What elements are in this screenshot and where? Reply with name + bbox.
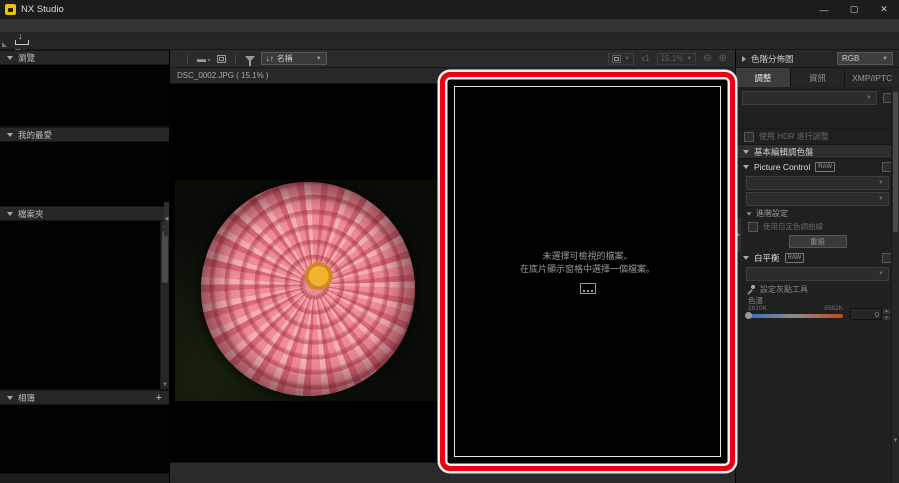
folder-tree-scrollbar[interactable]: ▲ ▼ bbox=[160, 221, 169, 389]
photo-dahlia[interactable] bbox=[175, 180, 443, 401]
scrollbar-thumb[interactable] bbox=[162, 231, 168, 283]
tools-row bbox=[736, 109, 899, 129]
panel-tabs: 調整 資訊 XMP/IPTC bbox=[736, 68, 899, 87]
zoom-controls: ▼ x1 15.1%▼ ⊖ ⊕ bbox=[608, 53, 727, 65]
close-button[interactable]: ✕ bbox=[869, 0, 899, 19]
hdr-checkbox-label: 使用 HDR 進行調整 bbox=[759, 131, 829, 142]
eyedropper-icon bbox=[746, 285, 755, 294]
app-logo-icon bbox=[5, 4, 16, 15]
title-bar: NX Studio — ▢ ✕ bbox=[0, 0, 899, 19]
tab-adjustments[interactable]: 調整 bbox=[736, 68, 790, 87]
chevron-down-icon bbox=[743, 165, 749, 169]
adjustment-preset-dropdown[interactable]: ▼ bbox=[742, 91, 877, 105]
chevron-down-icon bbox=[743, 256, 749, 260]
chevron-down-icon bbox=[746, 212, 751, 215]
basic-palette-header[interactable]: 基本編輯調色盤 bbox=[736, 144, 899, 159]
menu-bar bbox=[0, 19, 899, 33]
folders-section-header[interactable]: 檔案夾 bbox=[0, 206, 169, 221]
white-balance-header[interactable]: 白平衡 RAW bbox=[736, 250, 899, 266]
zoom-scale-label: x1 bbox=[641, 54, 649, 63]
chevron-down-icon bbox=[7, 133, 13, 137]
chevron-down-icon: ▼ bbox=[316, 56, 322, 62]
chevron-down-icon bbox=[7, 56, 13, 60]
raw-badge: RAW bbox=[815, 162, 835, 172]
custom-curve-checkbox[interactable] bbox=[748, 222, 758, 232]
window-title: NX Studio bbox=[21, 4, 64, 15]
tab-xmp-iptc[interactable]: XMP/IPTC bbox=[845, 68, 899, 87]
chevron-right-icon bbox=[742, 56, 746, 62]
chevron-down-icon bbox=[743, 150, 749, 154]
chevron-down-icon bbox=[7, 396, 13, 400]
custom-curve-label: 使用自定色調曲線 bbox=[763, 221, 823, 232]
nx-studio-window: NX Studio — ▢ ✕ 匯入 瀏覽 我的最愛 檔案夾 bbox=[0, 0, 899, 483]
zoom-in-icon[interactable]: ⊕ bbox=[719, 53, 727, 64]
import-icon bbox=[14, 35, 29, 45]
filmstrip-position-icon[interactable]: ▬ ▾ bbox=[197, 54, 211, 64]
browse-section-header[interactable]: 瀏覽 bbox=[0, 50, 169, 65]
zoom-out-icon[interactable]: ⊖ bbox=[703, 53, 711, 64]
left-sidebar: 瀏覽 我的最愛 檔案夾 ▲ ▼ 相簿 + ◀ bbox=[0, 50, 170, 483]
reset-button[interactable]: 重設 bbox=[789, 235, 847, 248]
chevron-down-icon bbox=[7, 212, 13, 216]
raw-badge: RAW bbox=[785, 253, 805, 263]
picture-control-header[interactable]: Picture Control RAW bbox=[736, 159, 899, 175]
divider bbox=[187, 53, 188, 64]
maximize-button[interactable]: ▢ bbox=[839, 0, 869, 19]
annotation-highlight-box: 未選擇可檢視的檔案。 在底片顯示窗格中選擇一個檔案。 bbox=[440, 72, 735, 471]
minimize-button[interactable]: — bbox=[809, 0, 839, 19]
sidebar-collapse-handle[interactable]: ◀ bbox=[164, 202, 169, 236]
divider bbox=[235, 53, 236, 64]
browser-toolbar: ▬ ▾ ↓↑ 名稱 ▼ ▼ x1 15.1%▼ ⊖ ⊕ bbox=[170, 50, 735, 68]
folder-tree: ▲ ▼ bbox=[0, 221, 169, 390]
fit-mode-dropdown[interactable]: ▼ bbox=[608, 53, 634, 65]
picture-control-mode-dropdown[interactable]: ▼ bbox=[746, 176, 889, 190]
picture-control-select-dropdown[interactable]: ▼ bbox=[746, 192, 889, 206]
add-album-button[interactable]: + bbox=[156, 392, 162, 404]
empty-pane-message: 未選擇可檢視的檔案。 在底片顯示窗格中選擇一個檔案。 bbox=[520, 250, 655, 277]
favorites-list bbox=[0, 142, 169, 206]
main-toolbar: 匯入 bbox=[0, 33, 899, 50]
empty-viewer-pane: 未選擇可檢視的檔案。 在底片顯示窗格中選擇一個檔案。 bbox=[454, 86, 721, 457]
filmstrip-icon bbox=[580, 283, 596, 294]
slider-thumb[interactable] bbox=[745, 312, 752, 319]
toolbar-collapse-handle[interactable] bbox=[2, 42, 7, 47]
panel-collapse-handle[interactable]: ▶ bbox=[736, 218, 741, 252]
scroll-down-icon[interactable]: ▼ bbox=[892, 436, 899, 445]
albums-pane bbox=[0, 405, 169, 474]
browse-preview-pane bbox=[0, 65, 169, 127]
histogram-header[interactable]: 色階分佈圖 RGB▼ bbox=[736, 50, 899, 68]
hdr-checkbox[interactable] bbox=[744, 132, 754, 142]
scroll-down-icon[interactable]: ▼ bbox=[161, 380, 169, 389]
value-spinner[interactable]: ▲▼ bbox=[882, 308, 891, 320]
favorites-section-header[interactable]: 我的最愛 bbox=[0, 127, 169, 142]
histogram-channel-select[interactable]: RGB▼ bbox=[837, 52, 893, 65]
fullscreen-icon[interactable] bbox=[217, 55, 226, 63]
zoom-percent-dropdown[interactable]: 15.1%▼ bbox=[657, 53, 697, 65]
albums-section-header[interactable]: 相簿 + bbox=[0, 390, 169, 405]
gray-point-tool[interactable]: 設定灰點工具 bbox=[736, 282, 899, 296]
advanced-settings-header[interactable]: 進階設定 bbox=[736, 207, 899, 220]
temp-value-input[interactable]: 0 bbox=[850, 308, 882, 320]
tab-info[interactable]: 資訊 bbox=[791, 68, 845, 87]
adjustments-panel: 色階分佈圖 RGB▼ 調整 資訊 XMP/IPTC ▼ 使用 HDR 進行調整 … bbox=[735, 50, 899, 483]
color-temperature-slider: 色溫 2610K 8562K 0 ▲▼ bbox=[736, 296, 899, 320]
dahlia-flower bbox=[201, 182, 415, 396]
sort-direction-icon: ↓↑ bbox=[266, 54, 274, 63]
white-balance-dropdown[interactable]: ▼ bbox=[746, 267, 889, 281]
filter-icon[interactable] bbox=[245, 56, 255, 62]
sort-dropdown[interactable]: ↓↑ 名稱 ▼ bbox=[261, 52, 327, 65]
panel-scrollbar[interactable]: ▼ bbox=[891, 88, 899, 483]
